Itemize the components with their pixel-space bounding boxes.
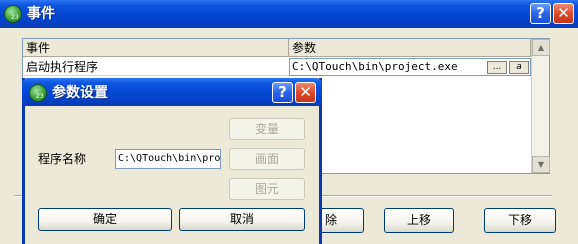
browse-button[interactable]: ... — [487, 61, 507, 74]
delete-button-label: 除 — [325, 213, 338, 227]
help-button[interactable]: ? — [530, 3, 551, 24]
table-scrollbar[interactable]: ▲ ▼ — [531, 39, 550, 173]
app-icon — [4, 5, 22, 23]
window-title: 事件 — [27, 6, 55, 22]
param-dialog: 参数设置 ? ✕ 程序名称 C:\QTouch\bin\project.exe … — [22, 78, 322, 244]
move-up-button[interactable]: 上移 — [384, 208, 454, 233]
column-header-param[interactable]: 参数 — [289, 39, 531, 57]
screen-button[interactable]: 画面 — [229, 148, 305, 170]
variable-button[interactable]: 变量 — [229, 118, 305, 140]
dialog-app-icon — [29, 84, 47, 102]
close-button[interactable]: ✕ — [553, 3, 574, 24]
scroll-up-icon[interactable]: ▲ — [532, 39, 550, 56]
program-name-label: 程序名称 — [38, 152, 87, 166]
dialog-title: 参数设置 — [52, 85, 108, 101]
table-row-event-cell[interactable]: 启动执行程序 — [24, 58, 289, 76]
window-titlebar[interactable]: 事件 ? ✕ — [0, 0, 578, 28]
move-down-button[interactable]: 下移 — [484, 208, 556, 233]
scroll-down-icon[interactable]: ▼ — [532, 156, 550, 173]
element-button[interactable]: 图元 — [229, 178, 305, 200]
column-header-event[interactable]: 事件 — [23, 39, 289, 57]
dialog-close-button[interactable]: ✕ — [295, 82, 316, 103]
cancel-button[interactable]: 取消 — [179, 208, 305, 231]
event-window: 事件 ? ✕ 事件 参数 启动执行程序 C:\QTouch\bin\projec… — [0, 0, 578, 244]
dialog-help-button[interactable]: ? — [272, 82, 293, 103]
edit-param-icon[interactable]: a — [509, 61, 529, 74]
program-name-input[interactable]: C:\QTouch\bin\project.exe — [115, 149, 221, 169]
param-field-value: C:\QTouch\bin\project.exe — [292, 60, 458, 73]
dialog-titlebar[interactable]: 参数设置 ? ✕ — [22, 78, 322, 106]
ok-button[interactable]: 确定 — [38, 208, 172, 231]
